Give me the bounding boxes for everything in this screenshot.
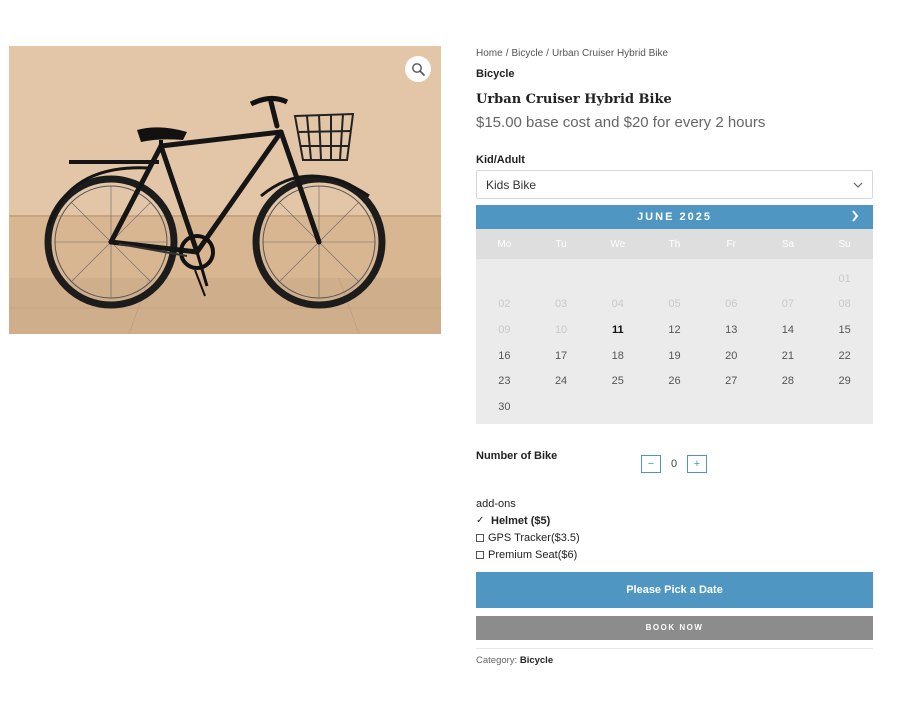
quantity-value[interactable]: 0 bbox=[661, 458, 687, 470]
bicycle-photo bbox=[9, 46, 441, 334]
weekday-label: We bbox=[610, 238, 626, 250]
zoom-button[interactable] bbox=[405, 56, 431, 82]
calendar-day[interactable]: 24 bbox=[533, 375, 590, 387]
calendar-month: JUNE 2025 bbox=[637, 211, 712, 223]
calendar-day[interactable]: 14 bbox=[760, 324, 817, 336]
calendar-day[interactable]: 13 bbox=[703, 324, 760, 336]
calendar-day[interactable]: 16 bbox=[476, 350, 533, 362]
weekday-label: Th bbox=[668, 238, 681, 250]
kid-adult-selected: Kids Bike bbox=[486, 177, 537, 192]
breadcrumb: Home / Bicycle / Urban Cruiser Hybrid Bike bbox=[476, 46, 873, 62]
bike-quantity-row: Number of Bike − 0 + bbox=[476, 449, 873, 473]
breadcrumb-separator: / bbox=[505, 48, 509, 59]
calendar-day: 10 bbox=[554, 323, 568, 336]
addon-label: Premium Seat($6) bbox=[488, 548, 578, 561]
calendar-day[interactable]: 12 bbox=[646, 324, 703, 336]
addon-checkbox[interactable] bbox=[476, 533, 484, 542]
quantity-plus-button[interactable]: + bbox=[687, 454, 707, 473]
calendar-week-row: 23 24 25 26 27 28 29 bbox=[476, 368, 873, 394]
calendar-day[interactable]: 26 bbox=[646, 375, 703, 387]
calendar-day[interactable]: 23 bbox=[476, 375, 533, 387]
divider bbox=[476, 647, 873, 649]
calendar-day[interactable]: 30 bbox=[476, 401, 533, 413]
calendar-week-row: 01 bbox=[476, 266, 873, 292]
weekday-label: Fr bbox=[726, 238, 736, 250]
addons-list: ✓ Helmet ($5) GPS Tracker($3.5) Premium Sea… bbox=[476, 515, 873, 561]
kid-adult-select[interactable]: Kids Bike bbox=[476, 170, 873, 199]
product-category: Bicycle bbox=[476, 68, 515, 80]
chevron-down-icon bbox=[853, 182, 863, 188]
breadcrumb-category[interactable]: Bicycle bbox=[511, 48, 543, 59]
calendar-day[interactable]: 11 bbox=[589, 324, 646, 336]
calendar-week-row: 09 10 11 12 13 14 15 bbox=[476, 317, 873, 343]
weekday-label: Tu bbox=[555, 238, 567, 250]
calendar-day: 04 bbox=[611, 298, 624, 311]
calendar-day: 01 bbox=[838, 272, 851, 285]
calendar-day: 06 bbox=[725, 298, 738, 311]
product-title: Urban Cruiser Hybrid Bike bbox=[476, 92, 672, 107]
calendar-day[interactable]: 25 bbox=[589, 375, 646, 387]
product-price: $15.00 base cost and $20 for every 2 hou… bbox=[476, 114, 766, 131]
book-now-button[interactable]: BOOK NOW bbox=[476, 615, 873, 640]
kid-adult-label: Kid/Adult bbox=[476, 154, 525, 166]
calendar-day: 05 bbox=[668, 298, 681, 311]
pick-date-button[interactable]: Please Pick a Date bbox=[476, 571, 873, 608]
product-image[interactable] bbox=[9, 46, 441, 334]
calendar-day[interactable]: 20 bbox=[703, 350, 760, 362]
quantity-minus-button[interactable]: − bbox=[641, 454, 661, 473]
calendar-day[interactable]: 18 bbox=[589, 350, 646, 362]
calendar-header: JUNE 2025 bbox=[476, 205, 873, 229]
checkmark-icon[interactable]: ✓ bbox=[476, 515, 486, 526]
calendar-day[interactable]: 19 bbox=[646, 350, 703, 362]
breadcrumb-home[interactable]: Home bbox=[476, 48, 503, 59]
calendar-day[interactable]: 29 bbox=[816, 375, 873, 387]
calendar-day[interactable]: 21 bbox=[760, 350, 817, 362]
calendar-week-row: 16 17 18 19 20 21 22 bbox=[476, 343, 873, 369]
addon-item[interactable]: Premium Seat($6) bbox=[476, 549, 873, 561]
calendar-next-button[interactable] bbox=[851, 210, 859, 225]
addon-item[interactable]: GPS Tracker($3.5) bbox=[476, 532, 873, 544]
bike-quantity-label: Number of Bike bbox=[476, 449, 558, 462]
product-meta: Category: Bicycle bbox=[476, 655, 873, 666]
calendar-day: 07 bbox=[781, 298, 795, 311]
calendar-day[interactable]: 17 bbox=[533, 350, 590, 362]
quantity-stepper: − 0 + bbox=[641, 454, 707, 473]
weekday-label: Mo bbox=[497, 238, 512, 250]
magnifier-icon bbox=[412, 63, 425, 76]
addons-title: add-ons bbox=[476, 497, 516, 510]
calendar-week-row: 30 bbox=[476, 394, 873, 420]
calendar-day: 02 bbox=[498, 298, 511, 311]
category-meta-label: Category: bbox=[476, 654, 518, 666]
calendar-day[interactable]: 15 bbox=[816, 324, 873, 336]
addon-label: GPS Tracker($3.5) bbox=[488, 531, 580, 544]
calendar-day[interactable]: 27 bbox=[703, 375, 760, 387]
calendar-day: 08 bbox=[838, 298, 851, 311]
calendar-week-row: 02 03 04 05 06 07 08 bbox=[476, 292, 873, 318]
calendar-day[interactable]: 22 bbox=[816, 350, 873, 362]
breadcrumb-current: Urban Cruiser Hybrid Bike bbox=[551, 48, 669, 59]
addon-item[interactable]: ✓ Helmet ($5) bbox=[476, 515, 873, 527]
weekday-label: Sa bbox=[781, 238, 795, 250]
calendar-day: 03 bbox=[554, 298, 568, 311]
date-picker-calendar: JUNE 2025 Mo Tu We Th Fr Sa Su 01 02 03 04 0… bbox=[476, 205, 873, 424]
calendar-day[interactable]: 28 bbox=[760, 375, 817, 387]
category-meta-link[interactable]: Bicycle bbox=[520, 655, 553, 666]
product-summary: Home / Bicycle / Urban Cruiser Hybrid Bike B… bbox=[476, 46, 873, 666]
weekday-label: Su bbox=[838, 238, 851, 250]
calendar-day: 09 bbox=[498, 323, 511, 336]
calendar-weekdays: Mo Tu We Th Fr Sa Su bbox=[476, 229, 873, 259]
addon-label: Helmet ($5) bbox=[491, 514, 551, 527]
chevron-right-icon bbox=[852, 210, 859, 222]
calendar-days: 01 02 03 04 05 06 07 08 09 10 11 12 13 14 15 16 17 18 19 20… bbox=[476, 259, 873, 424]
addon-checkbox[interactable] bbox=[476, 550, 484, 559]
breadcrumb-separator: / bbox=[546, 48, 549, 59]
